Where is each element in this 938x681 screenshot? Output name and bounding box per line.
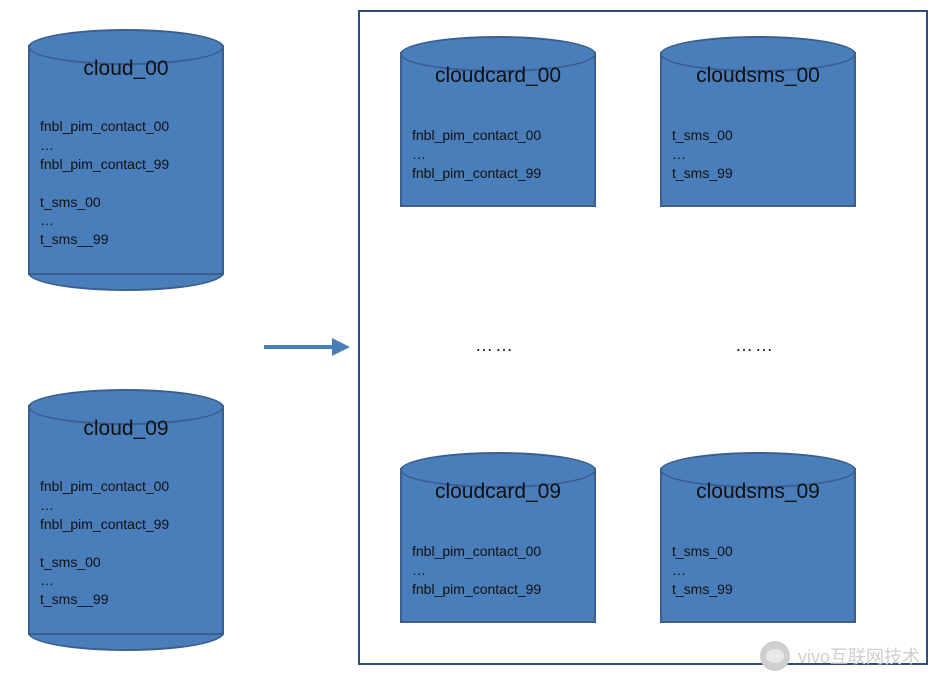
- db-title: cloud_09: [30, 417, 222, 441]
- db-title: cloud_00: [30, 57, 222, 81]
- db-cylinder-cloudsms-09: cloudsms_09 t_sms_00 … t_sms_99: [660, 468, 856, 623]
- db-tables: fnbl_pim_contact_00 … fnbl_pim_contact_9…: [40, 477, 169, 609]
- db-tables: fnbl_pim_contact_00 … fnbl_pim_contact_9…: [40, 117, 169, 249]
- db-tables: t_sms_00 … t_sms_99: [672, 542, 733, 599]
- arrow-icon: [262, 335, 352, 359]
- db-cylinder-cloud-09: cloud_09 fnbl_pim_contact_00 … fnbl_pim_…: [28, 405, 224, 635]
- diagram-stage: cloud_00 fnbl_pim_contact_00 … fnbl_pim_…: [0, 0, 938, 681]
- db-tables: t_sms_00 … t_sms_99: [672, 126, 733, 183]
- db-tables: fnbl_pim_contact_00 … fnbl_pim_contact_9…: [412, 542, 541, 599]
- ellipsis-label: ……: [735, 335, 775, 356]
- watermark: vivo互联网技术: [760, 641, 920, 671]
- watermark-text: vivo互联网技术: [798, 643, 920, 669]
- db-title: cloudsms_09: [662, 480, 854, 504]
- db-title: cloudcard_09: [402, 480, 594, 504]
- db-cylinder-cloud-00: cloud_00 fnbl_pim_contact_00 … fnbl_pim_…: [28, 45, 224, 275]
- ellipsis-label: ……: [475, 335, 515, 356]
- wechat-icon: [760, 641, 790, 671]
- db-title: cloudsms_00: [662, 64, 854, 88]
- db-cylinder-cloudsms-00: cloudsms_00 t_sms_00 … t_sms_99: [660, 52, 856, 207]
- db-tables: fnbl_pim_contact_00 … fnbl_pim_contact_9…: [412, 126, 541, 183]
- db-title: cloudcard_00: [402, 64, 594, 88]
- db-cylinder-cloudcard-00: cloudcard_00 fnbl_pim_contact_00 … fnbl_…: [400, 52, 596, 207]
- db-cylinder-cloudcard-09: cloudcard_09 fnbl_pim_contact_00 … fnbl_…: [400, 468, 596, 623]
